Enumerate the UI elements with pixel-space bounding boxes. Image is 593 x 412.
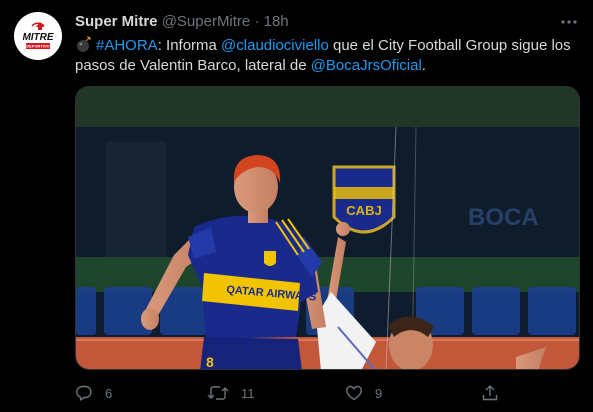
tweet-text-part-3: . (421, 57, 426, 74)
more-horizontal-icon (561, 20, 577, 24)
hashtag-link[interactable]: #AHORA (96, 37, 158, 54)
share-icon (482, 385, 498, 401)
mention-link-bocajrsoficial[interactable]: @BocaJrsOficial (311, 57, 422, 74)
tweet-photo[interactable]: CABJ BOCA QATAR AIRWAYS 8 (75, 86, 580, 370)
tweet-header: Super Mitre @SuperMitre · 18h (75, 12, 289, 32)
more-options-button[interactable] (559, 12, 579, 32)
reply-count: 6 (105, 385, 113, 401)
retweet-count: 11 (241, 385, 255, 401)
avatar-logo-subtext: DEPORTIVO (26, 44, 50, 49)
tweet-card[interactable]: MITRE DEPORTIVO Super Mitre @SuperMitre … (0, 0, 593, 412)
retweet-button[interactable]: 11 (207, 382, 255, 404)
avatar-logo-text: MITRE (22, 32, 53, 43)
share-button[interactable] (481, 382, 499, 404)
photo-icon: CABJ BOCA QATAR AIRWAYS 8 (76, 87, 579, 370)
tweet-actions: 6 11 9 (75, 382, 580, 404)
author-handle[interactable]: @SuperMitre (162, 13, 251, 30)
avatar[interactable]: MITRE DEPORTIVO (14, 12, 62, 60)
mention-link-claudiociviello[interactable]: @claudiociviello (221, 37, 329, 54)
tweet-text-part-1: : Informa (157, 37, 222, 54)
tweet-timestamp[interactable]: 18h (264, 13, 289, 30)
separator-dot: · (254, 13, 260, 30)
jersey-number: 8 (206, 354, 214, 370)
boca-banner-text: BOCA (468, 204, 539, 231)
heart-icon (346, 385, 362, 401)
mitre-logo-icon: MITRE DEPORTIVO (14, 12, 62, 60)
like-count: 9 (375, 385, 383, 401)
reply-icon (76, 385, 92, 401)
like-button[interactable]: 9 (345, 382, 382, 404)
crest-text: CABJ (346, 203, 381, 218)
retweet-icon (207, 386, 229, 400)
bomb-icon (77, 36, 91, 52)
author-display-name[interactable]: Super Mitre (75, 13, 158, 30)
tweet-text: #AHORA: Informa @claudiociviello que el … (75, 35, 575, 76)
reply-button[interactable]: 6 (75, 382, 112, 404)
